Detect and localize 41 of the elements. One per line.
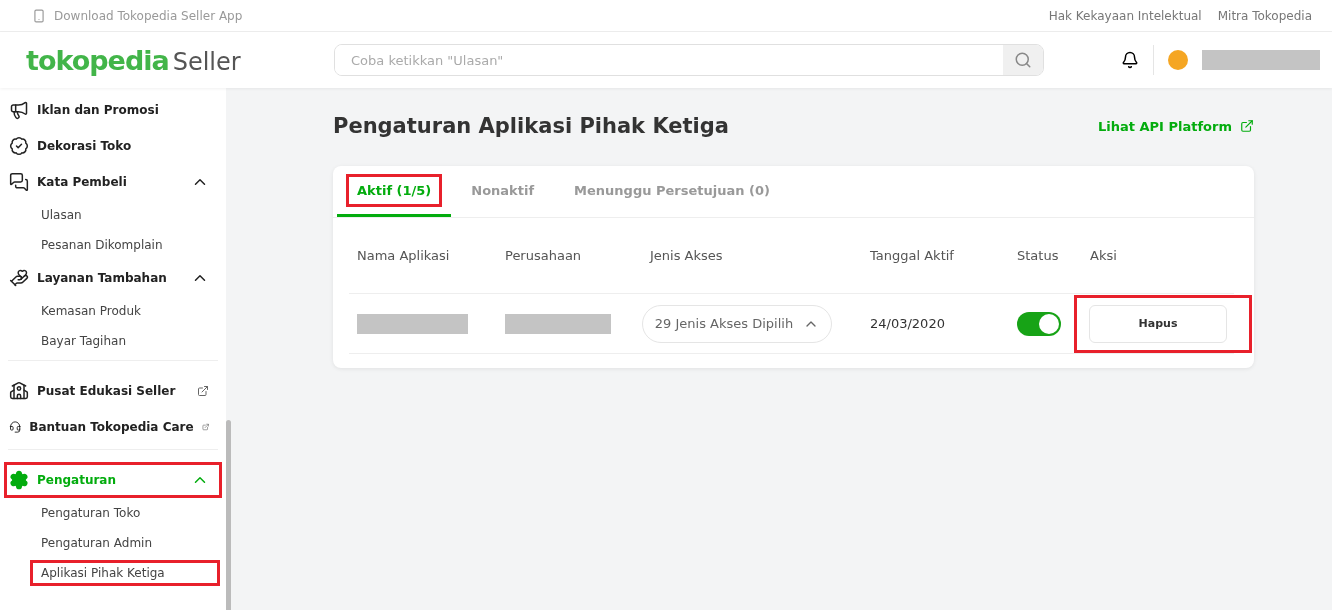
bell-icon[interactable] — [1121, 51, 1139, 69]
column-header: Perusahaan — [505, 248, 583, 263]
settings-icon — [9, 470, 29, 490]
column-header: Aksi — [1090, 248, 1118, 263]
external-link-icon — [201, 421, 209, 433]
avatar[interactable] — [1168, 50, 1188, 70]
sidebar-item[interactable]: Kata Pembeli — [4, 164, 222, 200]
table-cell-text: 24/03/2020 — [870, 316, 946, 331]
search-button[interactable] — [1003, 45, 1043, 75]
column-header: Tanggal Aktif — [870, 248, 955, 263]
megaphone-icon — [9, 100, 29, 120]
sidebar-subitem[interactable]: Pengaturan Toko — [8, 498, 218, 528]
column-header: Jenis Akses — [650, 248, 724, 263]
column-header: Status — [1017, 248, 1060, 263]
sidebar-subitem[interactable]: Pesanan Dikomplain — [8, 230, 218, 260]
sidebar-subitem[interactable]: Kemasan Produk — [8, 296, 218, 326]
sidebar-item[interactable]: Pusat Edukasi Seller — [4, 373, 222, 409]
top-link[interactable]: Hak Kekayaan Intelektual — [1048, 8, 1202, 23]
status-toggle[interactable] — [1017, 311, 1061, 336]
hand-heart-icon — [9, 268, 29, 288]
sidebar-subitem[interactable]: Ulasan — [8, 200, 218, 230]
top-link[interactable]: Mitra Tokopedia — [1217, 8, 1312, 23]
sidebar-subitem[interactable]: Pengaturan Admin — [8, 528, 218, 558]
sidebar-item[interactable]: Layanan Tambahan — [4, 260, 222, 296]
logo[interactable]: tokopedia Seller — [26, 44, 334, 76]
badge-check-icon — [9, 136, 29, 156]
page-title: Pengaturan Aplikasi Pihak Ketiga — [333, 114, 729, 138]
search-icon — [1014, 51, 1032, 69]
delete-button[interactable]: Hapus — [1089, 304, 1227, 343]
access-dropdown[interactable]: 29 Jenis Akses Dipilih — [642, 304, 832, 343]
phone-icon — [32, 8, 46, 23]
chat-icon — [9, 172, 29, 192]
external-link-icon — [197, 385, 209, 397]
sidebar-item[interactable]: Iklan dan Promosi — [4, 92, 222, 128]
column-header: Nama Aplikasi — [357, 248, 451, 263]
scrollbar[interactable] — [226, 420, 231, 610]
sidebar-subitem[interactable]: Bayar Tagihan — [8, 326, 218, 356]
sidebar-item[interactable]: Bantuan Tokopedia Care — [4, 409, 222, 445]
sidebar-item[interactable]: Dekorasi Toko — [4, 128, 222, 164]
school-icon — [9, 381, 29, 401]
external-link-icon — [1240, 119, 1254, 133]
